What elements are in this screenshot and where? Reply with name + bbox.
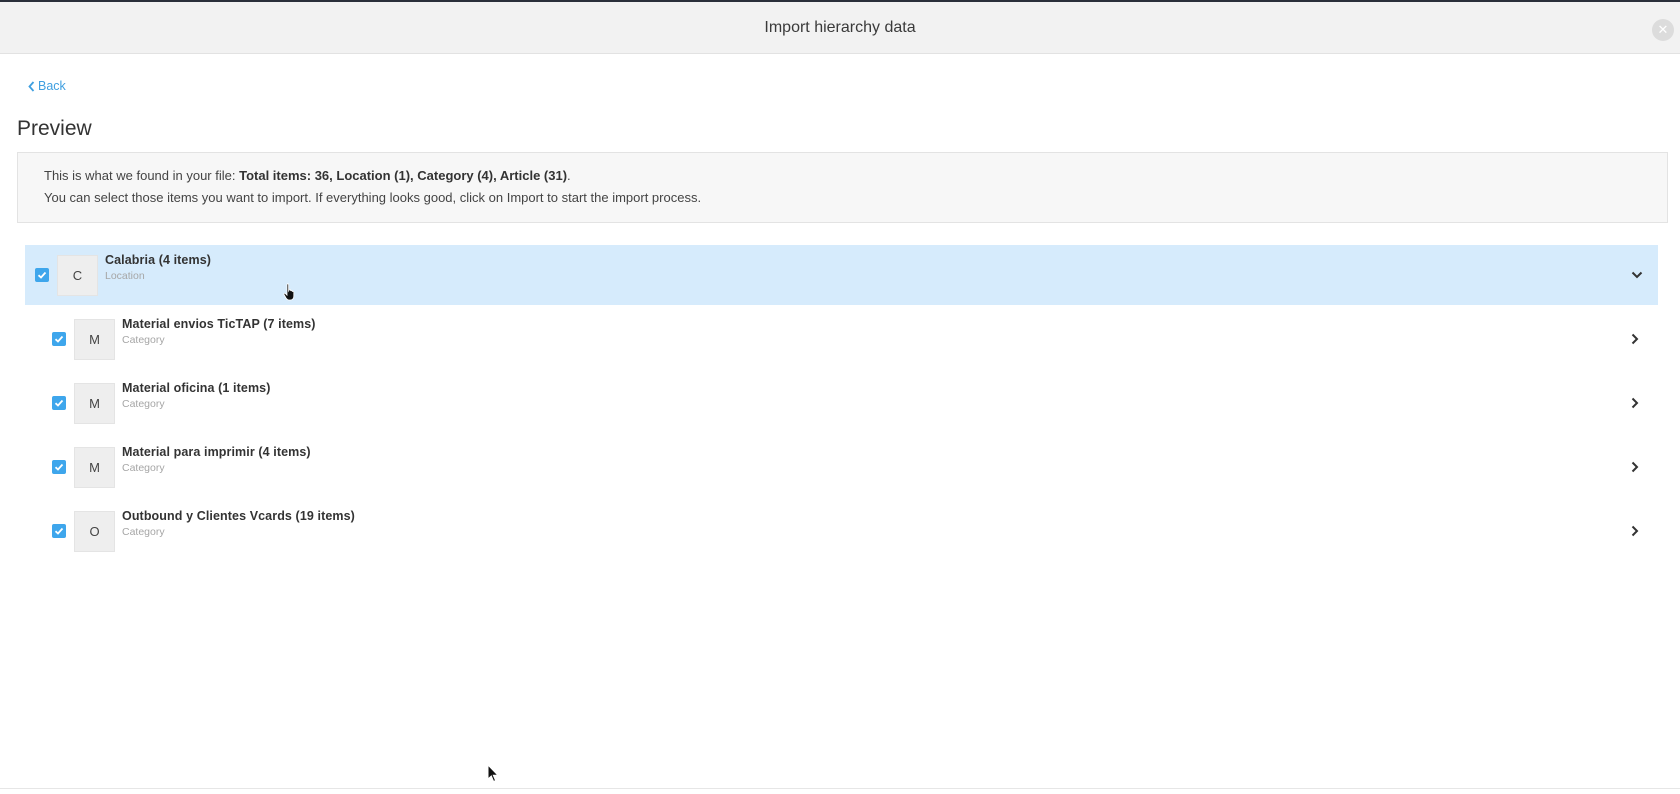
- row-type: Category: [122, 334, 165, 346]
- back-label[interactable]: Back: [38, 79, 66, 93]
- arrow-cursor-icon: [487, 764, 499, 783]
- row-checkbox[interactable]: [52, 396, 66, 410]
- row-name: Material oficina (1 items): [122, 381, 271, 395]
- info-totals: Total items: 36, Location (1), Category …: [239, 168, 568, 183]
- close-icon[interactable]: ✕: [1658, 22, 1669, 37]
- row-avatar: O: [74, 510, 115, 552]
- dialog-header: Import hierarchy data ✕: [0, 2, 1680, 54]
- row-avatar: M: [74, 318, 115, 360]
- info-box: This is what we found in your file: Tota…: [17, 152, 1668, 223]
- row-text: Material para imprimir (4 items) Categor…: [122, 445, 311, 474]
- close-button[interactable]: ✕: [1652, 19, 1674, 41]
- row-name: Material envios TicTAP (7 items): [122, 317, 316, 331]
- checkmark-icon: [37, 271, 47, 279]
- tree-row-category[interactable]: O Outbound y Clientes Vcards (19 items) …: [25, 501, 1658, 561]
- row-type: Category: [122, 462, 165, 474]
- checkmark-icon: [54, 335, 64, 343]
- row-checkbox[interactable]: [52, 524, 66, 538]
- row-type: Category: [122, 398, 165, 410]
- row-type: Category: [122, 526, 165, 538]
- checkmark-icon: [54, 463, 64, 471]
- chevron-left-icon: [28, 80, 35, 92]
- row-avatar: C: [57, 254, 98, 296]
- row-type: Location: [105, 270, 145, 282]
- chevron-right-icon[interactable]: [1628, 460, 1642, 474]
- row-text: Outbound y Clientes Vcards (19 items) Ca…: [122, 509, 355, 538]
- page-title: Preview: [17, 117, 92, 140]
- checkmark-icon: [54, 399, 64, 407]
- row-avatar: M: [74, 382, 115, 424]
- row-checkbox[interactable]: [52, 460, 66, 474]
- info-line-2: You can select those items you want to i…: [44, 189, 702, 205]
- chevron-right-icon[interactable]: [1628, 396, 1642, 410]
- info-prefix: This is what we found in your file:: [44, 168, 240, 183]
- row-checkbox[interactable]: [52, 332, 66, 346]
- tree-row-category[interactable]: M Material oficina (1 items) Category: [25, 373, 1658, 433]
- tree-row-category[interactable]: M Material envios TicTAP (7 items) Categ…: [25, 309, 1658, 369]
- bottom-divider: [0, 788, 1680, 789]
- chevron-right-icon[interactable]: [1628, 524, 1642, 538]
- chevron-down-icon[interactable]: [1630, 268, 1644, 282]
- info-line-1: This is what we found in your file: Tota…: [44, 165, 1641, 187]
- tree-row-location[interactable]: C Calabria (4 items) Location: [25, 245, 1658, 305]
- hand-cursor-icon: [283, 283, 295, 301]
- row-text: Material envios TicTAP (7 items) Categor…: [122, 317, 316, 346]
- chevron-right-icon[interactable]: [1628, 332, 1642, 346]
- tree-row-category[interactable]: M Material para imprimir (4 items) Categ…: [25, 437, 1658, 497]
- row-text: Calabria (4 items) Location: [105, 253, 211, 282]
- row-checkbox[interactable]: [35, 268, 49, 282]
- row-name: Material para imprimir (4 items): [122, 445, 311, 459]
- row-name: Calabria (4 items): [105, 253, 212, 267]
- row-text: Material oficina (1 items) Category: [122, 381, 270, 410]
- row-name: Outbound y Clientes Vcards (19 items): [122, 509, 355, 523]
- checkmark-icon: [54, 527, 64, 535]
- info-suffix: .: [567, 168, 571, 183]
- back-link[interactable]: Back: [28, 79, 66, 93]
- dialog-title: Import hierarchy data: [764, 18, 916, 36]
- row-avatar: M: [74, 446, 115, 488]
